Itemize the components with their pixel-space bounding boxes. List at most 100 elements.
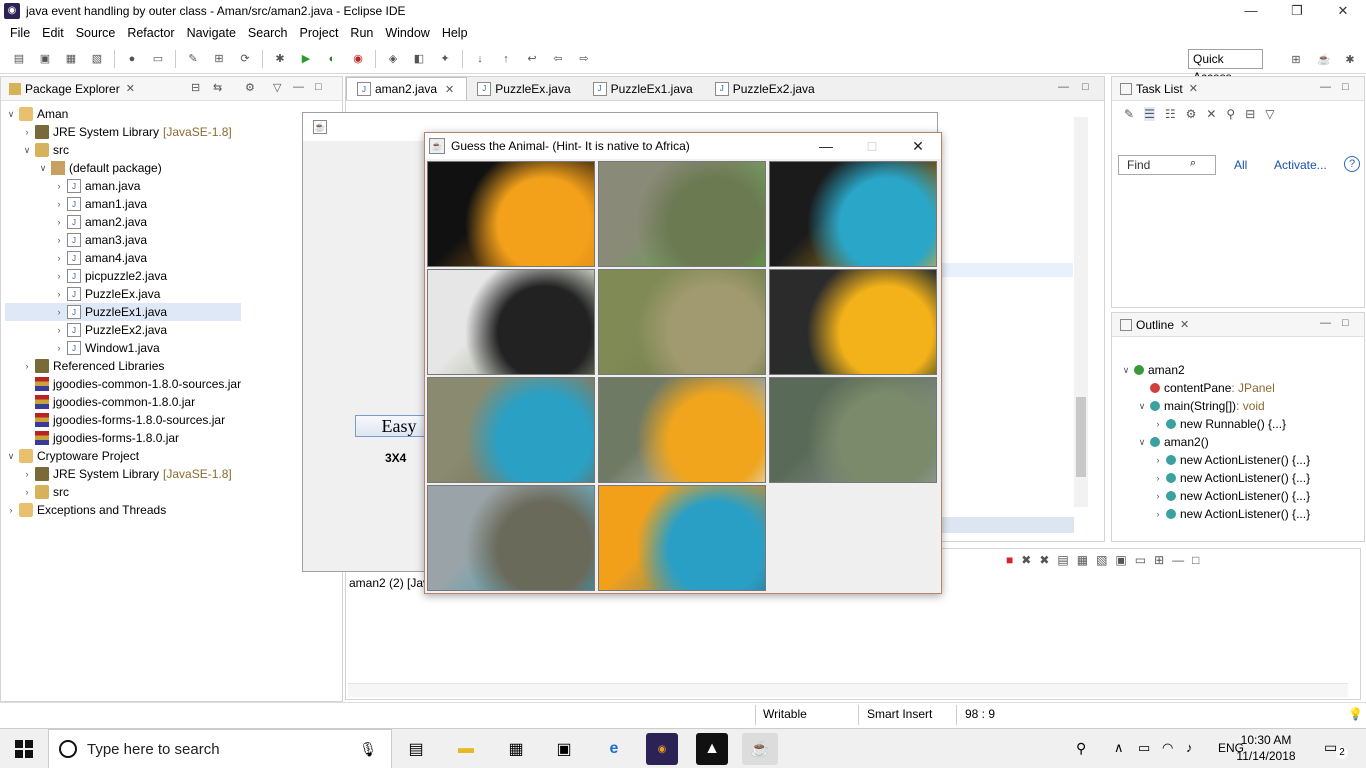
tree-item[interactable]: › Jaman.java [5, 177, 241, 195]
minimize-editor-icon[interactable]: — [1058, 81, 1069, 93]
tree-item[interactable]: ∨ Cryptoware Project [5, 447, 241, 465]
menu-edit[interactable]: Edit [36, 26, 70, 40]
tree-item[interactable]: › src [5, 483, 241, 501]
show-console-icon[interactable]: ▧ [1096, 553, 1107, 567]
puzzle-tile[interactable] [427, 161, 595, 267]
scroll-lock-icon[interactable]: ▤ [1057, 553, 1068, 567]
task-view-icon[interactable]: ▤ [400, 733, 432, 765]
open-folder-icon[interactable]: ◧ [410, 50, 428, 68]
close-button[interactable]: ✕ [1320, 0, 1366, 22]
new-task-icon[interactable]: ✎ [1124, 107, 1134, 121]
menu-source[interactable]: Source [70, 26, 122, 40]
close-tab-icon[interactable]: ✕ [445, 83, 454, 96]
close-icon[interactable]: ✕ [1180, 318, 1189, 331]
java-perspective-icon[interactable]: ☕ [1315, 50, 1333, 68]
next-annotation-icon[interactable]: ↓ [471, 50, 489, 68]
file-explorer-icon[interactable]: ▬ [450, 733, 482, 765]
save-all-icon[interactable]: ▧ [88, 50, 106, 68]
tree-item[interactable]: › JRE System Library [JavaSE-1.8] [5, 465, 241, 483]
close-icon[interactable]: ✕ [1189, 82, 1198, 95]
people-icon[interactable]: ⚲ [1076, 740, 1086, 757]
remove-launch-icon[interactable]: ✖ [1021, 553, 1031, 567]
puzzle-tile[interactable] [427, 485, 595, 591]
maximize-console-icon[interactable]: □ [1192, 553, 1199, 567]
microphone-icon[interactable]: 🎙 [359, 741, 377, 758]
collapsed-icon[interactable]: › [53, 307, 65, 317]
eclipse-taskbar-icon[interactable]: ◉ [646, 733, 678, 765]
outline-item[interactable]: ∨ main(String[]) : void [1120, 397, 1310, 415]
outline-item[interactable]: ∨ aman2() [1120, 433, 1310, 451]
collapsed-icon[interactable]: › [53, 289, 65, 299]
external-tools-icon[interactable]: ◉ [349, 50, 367, 68]
prev-annotation-icon[interactable]: ↑ [497, 50, 515, 68]
puzzle-tile[interactable] [598, 485, 766, 591]
all-link[interactable]: All [1234, 158, 1247, 172]
focus-icon[interactable]: ⚲ [1226, 107, 1235, 121]
editor-horizontal-scrollbar[interactable] [936, 517, 1074, 533]
minimize-view-icon[interactable]: — [293, 81, 304, 93]
menu-navigate[interactable]: Navigate [181, 26, 242, 40]
collapsed-icon[interactable]: › [21, 361, 33, 371]
package-icon[interactable]: ⊞ [210, 50, 228, 68]
puzzle-tile[interactable] [598, 269, 766, 375]
tree-item[interactable]: › JRE System Library [JavaSE-1.8] [5, 123, 241, 141]
tab-puzzleex2[interactable]: J PuzzleEx2.java [705, 77, 827, 100]
forward-icon[interactable]: ⇨ [575, 50, 593, 68]
puzzle-tile[interactable] [598, 161, 766, 267]
outline-item[interactable]: › new ActionListener() {...} [1120, 505, 1311, 523]
tree-item[interactable]: jgoodies-common-1.8.0.jar [5, 393, 241, 411]
refresh-icon[interactable]: ⟳ [236, 50, 254, 68]
outline-item[interactable]: contentPane : JPanel [1120, 379, 1310, 397]
tree-item[interactable]: › Jpicpuzzle2.java [5, 267, 241, 285]
expanded-icon[interactable]: ∨ [5, 451, 17, 462]
console-icon[interactable]: ▭ [149, 50, 167, 68]
collapsed-icon[interactable]: › [21, 487, 33, 497]
search-icon[interactable]: ⌕ [1190, 157, 1196, 170]
scheduled-icon[interactable]: ☷ [1165, 107, 1176, 121]
tree-item[interactable]: › Jaman2.java [5, 213, 241, 231]
minimize-button[interactable]: — [1228, 0, 1274, 22]
outline-item[interactable]: ∨ aman2 [1120, 361, 1310, 379]
tree-item[interactable]: ∨ Aman [5, 105, 241, 123]
tab-aman2[interactable]: J aman2.java ✕ [346, 77, 468, 100]
open-icon[interactable]: ▣ [36, 50, 54, 68]
taskbar-search[interactable]: Type here to search 🎙 [48, 729, 392, 768]
view-menu-icon[interactable]: ▽ [1265, 107, 1274, 121]
tree-item[interactable]: jgoodies-forms-1.8.0.jar [5, 429, 241, 447]
tree-item[interactable]: › Jaman1.java [5, 195, 241, 213]
task-find-input[interactable]: Find [1118, 155, 1216, 175]
wifi-icon[interactable]: ◠ [1162, 740, 1173, 756]
help-icon[interactable]: ? [1344, 156, 1360, 172]
tree-item[interactable]: › J PuzzleEx.java [5, 285, 241, 303]
view-menu-icon[interactable]: ▽ [273, 81, 281, 94]
collapsed-icon[interactable]: › [5, 505, 17, 515]
puzzle-tile[interactable] [427, 269, 595, 375]
puzzle-tile[interactable] [769, 377, 937, 483]
back-icon[interactable]: ⇦ [549, 50, 567, 68]
puzzle-minimize-button[interactable]: — [803, 133, 849, 159]
calculator-icon[interactable]: ▦ [500, 733, 532, 765]
tree-item[interactable]: jgoodies-forms-1.8.0-sources.jar [5, 411, 241, 429]
word-wrap-icon[interactable]: ▦ [1077, 553, 1088, 567]
menu-search[interactable]: Search [242, 26, 294, 40]
menu-refactor[interactable]: Refactor [121, 26, 180, 40]
activate-link[interactable]: Activate... [1274, 158, 1327, 172]
open-console-icon[interactable]: ⊞ [1154, 553, 1164, 567]
java-taskbar-icon[interactable]: ☕ [742, 733, 778, 765]
tab-puzzleex1[interactable]: J PuzzleEx1.java [583, 77, 705, 100]
maximize-view-icon[interactable]: □ [315, 81, 322, 93]
pin-icon[interactable]: ✎ [184, 50, 202, 68]
terminate-icon[interactable]: ■ [1006, 553, 1013, 567]
tree-item[interactable]: › Jaman4.java [5, 249, 241, 267]
puzzle-close-button[interactable]: ✕ [895, 133, 941, 159]
show-hidden-icons[interactable]: ∧ [1114, 740, 1124, 756]
maximize-editor-icon[interactable]: □ [1082, 81, 1089, 93]
outline-title[interactable]: Outline [1136, 318, 1174, 332]
puzzle-tile[interactable] [769, 269, 937, 375]
menu-file[interactable]: File [4, 26, 36, 40]
coverage-icon[interactable]: ◐ [323, 50, 341, 68]
expanded-icon[interactable]: ∨ [1136, 401, 1148, 412]
expanded-icon[interactable]: ∨ [1136, 437, 1148, 448]
save-icon[interactable]: ▦ [62, 50, 80, 68]
minimize-view-icon[interactable]: — [1320, 317, 1331, 329]
